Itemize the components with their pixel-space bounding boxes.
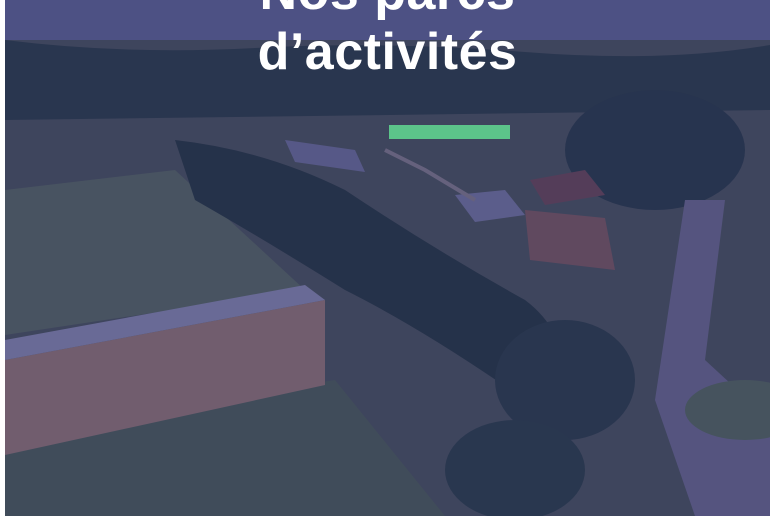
page-title-line-1: Nos parcs [5, 0, 770, 22]
title-accent-bar [389, 125, 510, 139]
hero-banner: Nos parcs d’activités [5, 0, 770, 516]
page-title-line-2: d’activités [257, 23, 518, 81]
